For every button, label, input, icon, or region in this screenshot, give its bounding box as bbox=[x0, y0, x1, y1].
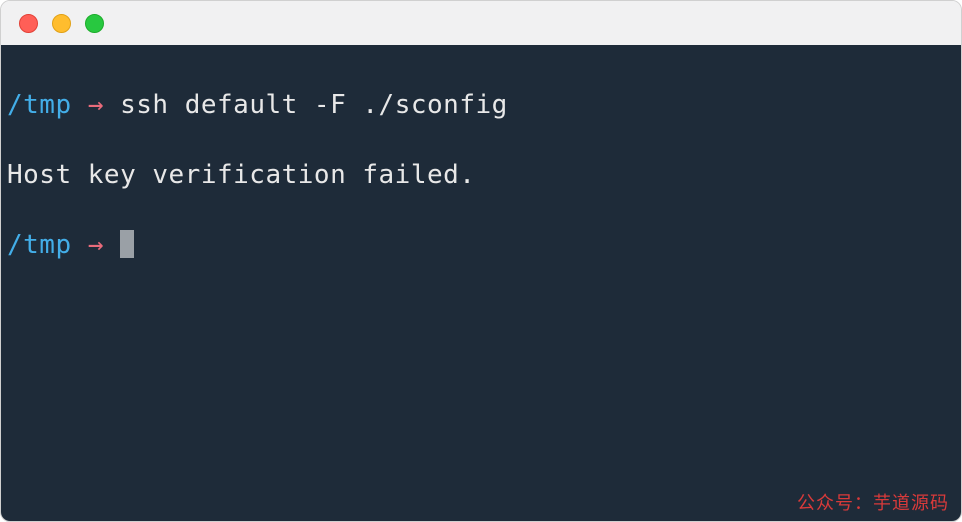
command-text: ssh default -F ./sconfig bbox=[120, 90, 508, 120]
minimize-icon[interactable] bbox=[52, 14, 71, 33]
terminal-line: /tmp → ssh default -F ./sconfig bbox=[7, 88, 955, 123]
prompt-path: /tmp bbox=[7, 90, 72, 120]
terminal-window: /tmp → ssh default -F ./sconfig Host key… bbox=[0, 0, 962, 522]
close-icon[interactable] bbox=[19, 14, 38, 33]
window-titlebar bbox=[1, 1, 961, 45]
prompt-arrow-icon: → bbox=[88, 230, 104, 260]
terminal-body[interactable]: /tmp → ssh default -F ./sconfig Host key… bbox=[1, 45, 961, 521]
terminal-line: /tmp → bbox=[7, 228, 955, 263]
watermark-text: 公众号：芋道源码 bbox=[797, 491, 949, 515]
prompt-path: /tmp bbox=[7, 230, 72, 260]
maximize-icon[interactable] bbox=[85, 14, 104, 33]
output-text: Host key verification failed. bbox=[7, 158, 955, 193]
cursor-icon bbox=[120, 230, 134, 258]
prompt-arrow-icon: → bbox=[88, 90, 104, 120]
